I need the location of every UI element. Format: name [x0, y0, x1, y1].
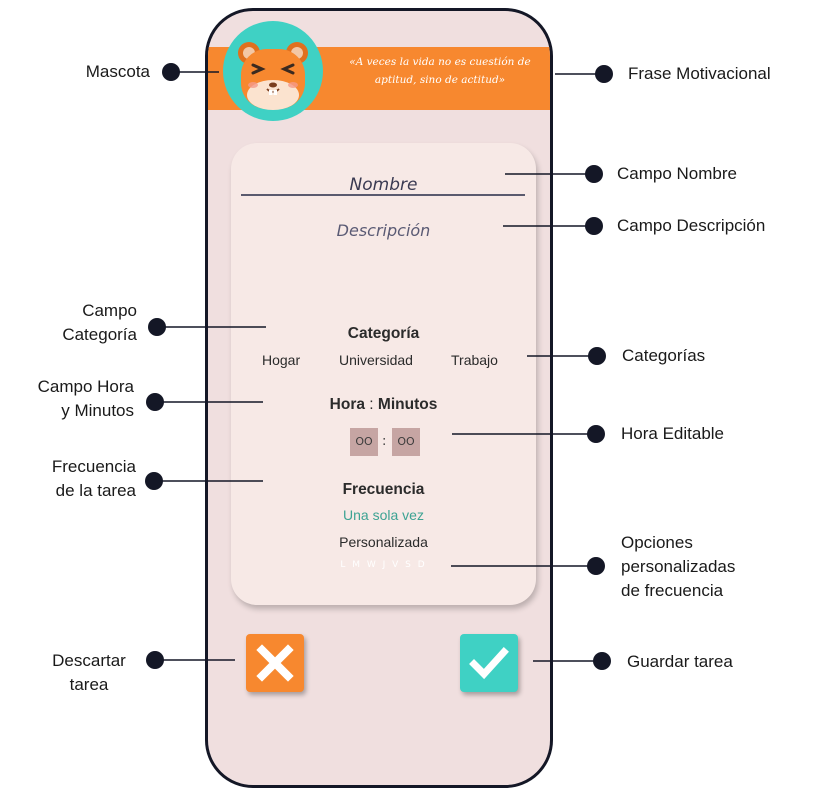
annotation-campo-categoria-line1: Campo [82, 301, 137, 320]
description-field[interactable]: Descripción [231, 221, 536, 240]
annotation-opciones-line1: Opciones [621, 533, 693, 552]
annotation-descartar-tarea: Descartar tarea [34, 649, 144, 697]
check-icon [469, 647, 509, 680]
category-option-trabajo[interactable]: Trabajo [451, 352, 498, 368]
bullet-hora-editable [587, 425, 605, 443]
annotation-campo-descripcion: Campo Descripción [617, 216, 766, 235]
bullet-mascota [162, 63, 180, 81]
hour-input[interactable]: OO [350, 428, 378, 456]
category-heading: Categoría [347, 325, 420, 342]
bullet-frecuencia [145, 472, 163, 490]
category-option-universidad[interactable]: Universidad [339, 352, 413, 368]
bullet-descartar [146, 651, 164, 669]
phone-frame: «A veces la vida no es cuestión de aptit… [205, 8, 553, 788]
annotation-opciones-line3: de frecuencia [621, 581, 724, 600]
annotation-opciones-line2: personalizadas [621, 557, 736, 576]
annotation-campo-hora-line1: Campo Hora [37, 377, 134, 396]
annotation-mascota: Mascota [85, 62, 150, 81]
weekday-selector[interactable]: L M W J V S D [231, 560, 536, 570]
annotation-campo-nombre: Campo Nombre [617, 164, 737, 183]
annotation-descartar-line1: Descartar [52, 651, 126, 670]
time-heading-separator: : [369, 396, 374, 413]
bullet-hora [146, 393, 164, 411]
bullet-descripcion [585, 217, 603, 235]
category-option-hogar[interactable]: Hogar [262, 352, 300, 368]
annotation-descartar-line2: tarea [69, 675, 109, 694]
close-icon [256, 644, 294, 682]
motivational-quote: «A veces la vida no es cuestión de aptit… [349, 56, 531, 86]
frequency-option-custom[interactable]: Personalizada [231, 534, 536, 550]
name-field-underline [241, 194, 525, 196]
bullet-nombre [585, 165, 603, 183]
name-field[interactable]: Nombre [231, 175, 536, 195]
annotation-hora-editable: Hora Editable [621, 424, 725, 443]
annotation-frecuencia-line2: de la tarea [55, 481, 136, 500]
task-form-card: Nombre Descripción Categoría Hogar Unive… [231, 143, 536, 605]
mascot-avatar [223, 21, 323, 121]
annotation-categorias: Categorías [622, 346, 706, 365]
bullet-guardar [593, 652, 611, 670]
time-heading: Hora : Minutos [231, 396, 536, 414]
annotation-frecuencia-line1: Frecuencia [51, 457, 136, 476]
annotation-campo-hora: Campo Hora y Minutos [10, 375, 134, 423]
discard-task-button[interactable] [246, 634, 304, 692]
annotation-campo-categoria-line2: Categoría [62, 325, 137, 344]
annotation-frase-motivacional: Frase Motivacional [628, 64, 771, 83]
frequency-heading: Frecuencia [342, 481, 425, 498]
bullet-categoria [148, 318, 166, 336]
annotation-campo-hora-line2: y Minutos [61, 401, 134, 420]
bullet-opciones [587, 557, 605, 575]
hamster-mascot-icon [238, 42, 308, 110]
bullet-categorias [588, 347, 606, 365]
time-separator: : [382, 434, 387, 449]
time-heading-minutes: Minutos [377, 396, 438, 413]
time-heading-hour: Hora [329, 396, 365, 413]
annotation-frecuencia-tarea: Frecuencia de la tarea [10, 455, 136, 503]
frequency-option-once[interactable]: Una sola vez [231, 507, 536, 523]
minutes-input[interactable]: OO [392, 428, 420, 456]
bullet-frase [595, 65, 613, 83]
annotation-campo-categoria: Campo Categoría [20, 299, 137, 347]
save-task-button[interactable] [460, 634, 518, 692]
annotation-opciones-frecuencia: Opciones personalizadas de frecuencia [621, 531, 801, 603]
annotation-guardar-tarea: Guardar tarea [627, 652, 733, 671]
